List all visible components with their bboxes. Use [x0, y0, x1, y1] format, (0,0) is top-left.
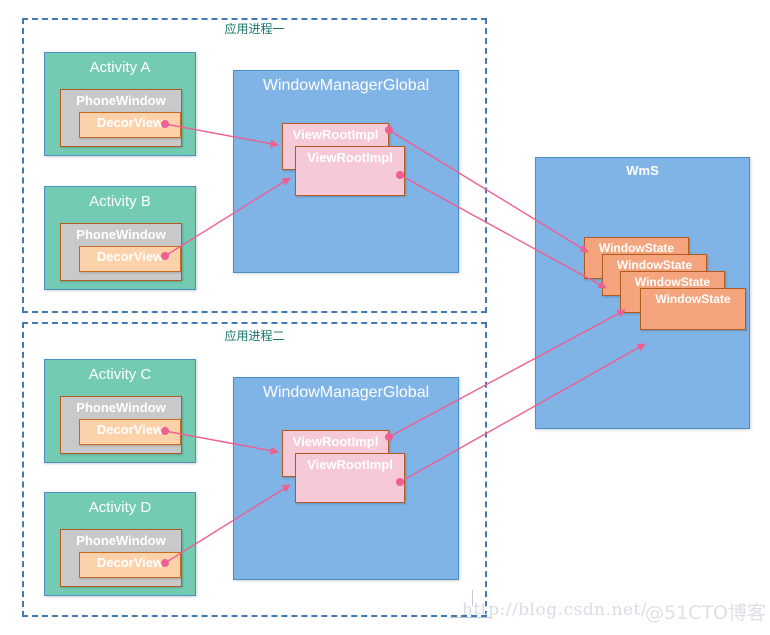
process-title-1: 应用进程一: [224, 22, 285, 36]
decorview-box-c[interactable]: DecorView: [79, 419, 181, 445]
phonewindow-box-c[interactable]: PhoneWindow DecorView: [60, 396, 182, 454]
decorview-box-b[interactable]: DecorView: [79, 246, 181, 272]
process-title-2: 应用进程二: [224, 329, 285, 343]
viewrootimpl-label-2b: ViewRootImpl: [307, 457, 393, 472]
phonewindow-label-d: PhoneWindow: [76, 533, 166, 548]
windowstate-box-4[interactable]: WindowState: [640, 288, 746, 330]
diagram-canvas: 应用进程一 Activity A PhoneWindow DecorView A…: [0, 0, 770, 635]
window-manager-global-box-1[interactable]: WindowManagerGlobal ViewRootImpl ViewRoo…: [233, 70, 459, 273]
phonewindow-label-b: PhoneWindow: [76, 227, 166, 242]
windowstate-label-2: WindowState: [616, 258, 693, 272]
windowstate-label-4: WindowState: [655, 292, 731, 306]
watermark-site: @51CTO博客: [645, 602, 767, 624]
windowstate-label-3: WindowState: [634, 275, 711, 289]
viewrootimpl-label-2a: ViewRootImpl: [292, 434, 379, 449]
phonewindow-label-c: PhoneWindow: [76, 400, 166, 415]
phonewindow-box-a[interactable]: PhoneWindow DecorView: [60, 89, 182, 147]
activity-box-d[interactable]: Activity D PhoneWindow DecorView: [44, 492, 196, 596]
decorview-box-d[interactable]: DecorView: [79, 552, 181, 578]
viewrootimpl-label-1b: ViewRootImpl: [307, 150, 393, 165]
activity-label-d: Activity D: [88, 499, 152, 516]
viewrootimpl-box-1b[interactable]: ViewRootImpl: [295, 146, 405, 196]
decorview-label-a: DecorView: [96, 115, 164, 130]
decorview-label-c: DecorView: [96, 422, 164, 437]
wms-label: WmS: [626, 163, 659, 178]
activity-box-c[interactable]: Activity C PhoneWindow DecorView: [44, 359, 196, 463]
windowstate-label-1: WindowState: [598, 241, 675, 255]
watermark-underline: [450, 617, 492, 618]
viewrootimpl-label-1a: ViewRootImpl: [292, 127, 379, 142]
phonewindow-box-d[interactable]: PhoneWindow DecorView: [60, 529, 182, 587]
watermark-tick: [472, 590, 473, 606]
wms-box[interactable]: WmS WindowState WindowState WindowState …: [535, 157, 750, 429]
activity-box-a[interactable]: Activity A PhoneWindow DecorView: [44, 52, 196, 156]
decorview-label-d: DecorView: [96, 555, 164, 570]
decorview-label-b: DecorView: [96, 249, 164, 264]
decorview-box-a[interactable]: DecorView: [79, 112, 181, 138]
activity-label-a: Activity A: [89, 59, 151, 76]
window-manager-global-label-1: WindowManagerGlobal: [262, 77, 430, 94]
phonewindow-label-a: PhoneWindow: [76, 93, 166, 108]
phonewindow-box-b[interactable]: PhoneWindow DecorView: [60, 223, 182, 281]
activity-label-b: Activity B: [89, 193, 151, 210]
window-manager-global-box-2[interactable]: WindowManagerGlobal ViewRootImpl ViewRoo…: [233, 377, 459, 580]
activity-label-c: Activity C: [88, 366, 152, 383]
viewrootimpl-box-2b[interactable]: ViewRootImpl: [295, 453, 405, 503]
activity-box-b[interactable]: Activity B PhoneWindow DecorView: [44, 186, 196, 290]
window-manager-global-label-2: WindowManagerGlobal: [262, 384, 430, 401]
